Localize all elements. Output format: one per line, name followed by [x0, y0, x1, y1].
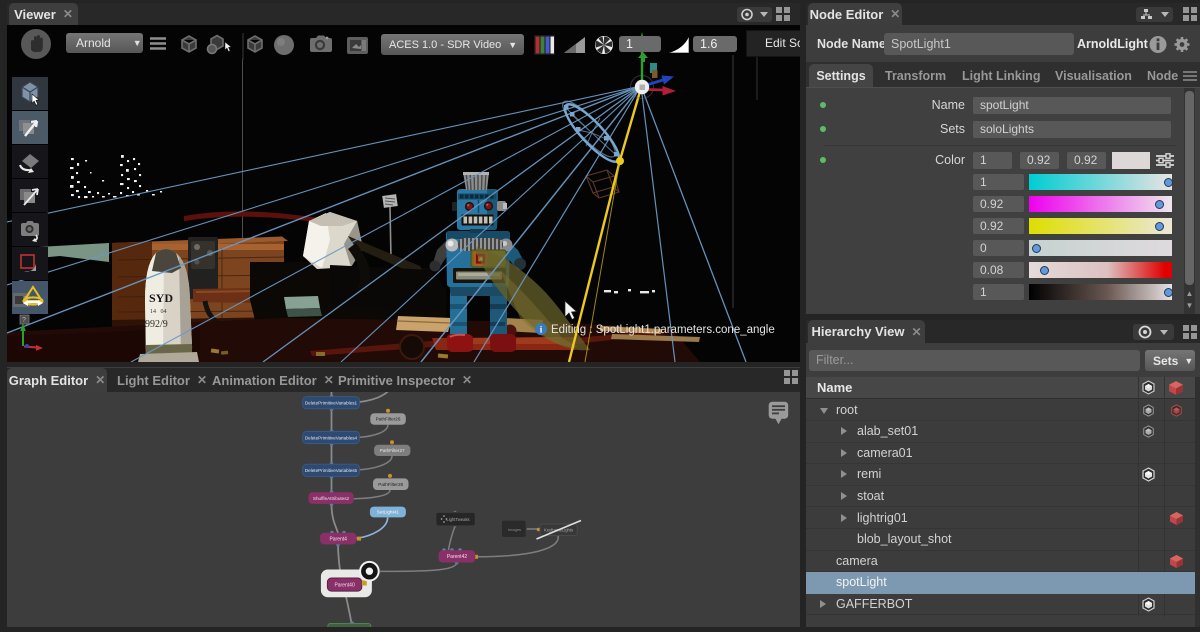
- svg-text:DeletePrimitiveVariables1: DeletePrimitiveVariables1: [305, 401, 358, 406]
- svg-text:Images: Images: [508, 527, 521, 532]
- svg-text:PathFilter26: PathFilter26: [376, 417, 401, 422]
- svg-text:ShuffleAttributes2: ShuffleAttributes2: [313, 496, 350, 501]
- svg-text:Parent4: Parent4: [329, 536, 347, 542]
- svg-text:Parent40: Parent40: [334, 583, 355, 589]
- svg-text:DeletePrimitiveVariables4: DeletePrimitiveVariables4: [305, 435, 358, 440]
- svg-text:DeletePrimitiveVariables5: DeletePrimitiveVariables5: [305, 468, 358, 473]
- svg-text:992/9: 992/9: [145, 319, 168, 330]
- svg-text:14 04: 14 04: [150, 309, 167, 315]
- svg-text:PathFilter28: PathFilter28: [378, 482, 403, 487]
- svg-text:Parent42: Parent42: [447, 554, 468, 560]
- svg-text:LightTweaks: LightTweaks: [446, 517, 469, 522]
- svg-text:SetLight41: SetLight41: [377, 510, 399, 515]
- svg-text:PathFilter27: PathFilter27: [380, 448, 405, 453]
- svg-text:Editing : SpotLight1.parameter: Editing : SpotLight1.parameters.cone_ang…: [551, 324, 775, 336]
- svg-text:?: ?: [22, 317, 26, 324]
- svg-text:SYD: SYD: [149, 291, 173, 305]
